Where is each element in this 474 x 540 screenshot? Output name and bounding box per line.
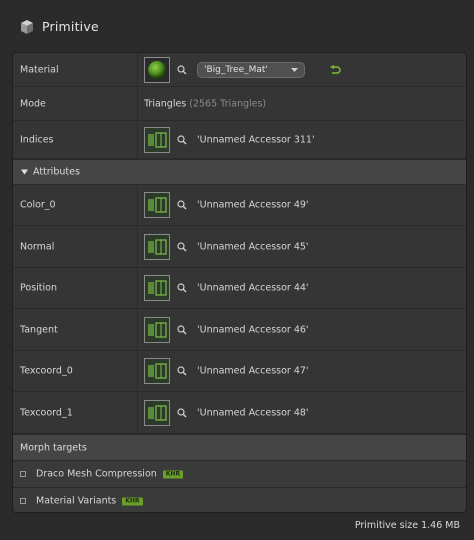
attribute-value: 'Unnamed Accessor 47' <box>197 365 309 377</box>
attribute-label: Tangent <box>20 324 58 335</box>
attribute-label: Texcoord_1 <box>20 407 73 418</box>
attribute-value: 'Unnamed Accessor 48' <box>197 407 309 418</box>
morph-targets-label: Morph targets <box>20 442 87 453</box>
cube-icon <box>21 20 33 34</box>
extension-row[interactable]: Material Variants KHR <box>13 488 466 512</box>
attribute-value: 'Unnamed Accessor 49' <box>197 199 309 211</box>
material-select[interactable]: 'Big_Tree_Mat' <box>197 61 305 78</box>
search-icon[interactable] <box>177 200 187 210</box>
attribute-value: 'Unnamed Accessor 44' <box>197 282 309 294</box>
accessor-thumbnail[interactable] <box>144 233 170 260</box>
attribute-label: Color_0 <box>20 199 56 211</box>
accessor-thumbnail[interactable] <box>144 275 170 301</box>
khr-badge: KHR <box>162 470 184 479</box>
mode-label: Mode <box>20 98 46 109</box>
attribute-row: Texcoord_1 'Unnamed Accessor 48' <box>13 392 466 434</box>
attributes-section-header[interactable]: Attributes <box>13 159 466 185</box>
morph-targets-section-header[interactable]: Morph targets <box>13 434 466 461</box>
accessor-icon <box>148 197 167 213</box>
accessor-thumbnail[interactable] <box>144 126 170 153</box>
accessor-thumbnail[interactable] <box>144 192 170 218</box>
material-label: Material <box>20 64 59 75</box>
attribute-label: Normal <box>20 241 55 252</box>
accessor-thumbnail[interactable] <box>144 316 170 343</box>
primitive-panel: Material 'Big_Tree_Mat' Mode Triangles (… <box>12 52 467 513</box>
primitive-size: Primitive size 1.46 MB <box>354 520 460 531</box>
attribute-value: 'Unnamed Accessor 46' <box>197 324 309 335</box>
search-icon[interactable] <box>177 366 187 376</box>
material-thumbnail[interactable] <box>144 56 170 83</box>
search-icon[interactable] <box>177 407 187 418</box>
attribute-value: 'Unnamed Accessor 45' <box>197 241 309 252</box>
accessor-icon <box>148 131 167 148</box>
accessor-icon <box>148 238 167 255</box>
chevron-down-icon <box>291 67 298 72</box>
triangle-down-icon <box>21 169 28 175</box>
attribute-row: Tangent 'Unnamed Accessor 46' <box>13 309 466 351</box>
undo-icon[interactable] <box>329 64 341 75</box>
accessor-thumbnail[interactable] <box>144 399 170 426</box>
extension-label: Draco Mesh Compression KHR <box>36 469 184 480</box>
accessor-icon <box>148 363 167 379</box>
header: Primitive <box>0 0 474 52</box>
attribute-label: Texcoord_0 <box>20 365 73 377</box>
material-row: Material 'Big_Tree_Mat' <box>13 53 466 87</box>
attribute-label: Position <box>20 282 57 294</box>
sphere-icon <box>148 60 166 79</box>
attribute-row: Position 'Unnamed Accessor 44' <box>13 268 466 309</box>
attribute-row: Normal 'Unnamed Accessor 45' <box>13 226 466 268</box>
khr-badge: KHR <box>122 497 143 505</box>
search-icon[interactable] <box>177 241 187 252</box>
search-icon[interactable] <box>177 283 187 293</box>
attribute-row: Color_0 'Unnamed Accessor 49' <box>13 185 466 226</box>
material-variants-checkbox[interactable] <box>20 497 26 504</box>
indices-row: Indices 'Unnamed Accessor 311' <box>13 121 466 159</box>
mode-value: Triangles (2565 Triangles) <box>144 98 267 109</box>
mode-row: Mode Triangles (2565 Triangles) <box>13 87 466 121</box>
material-select-value: 'Big_Tree_Mat' <box>204 64 268 75</box>
extension-label: Material Variants KHR <box>36 495 143 506</box>
search-icon[interactable] <box>177 134 187 145</box>
accessor-icon <box>148 321 167 338</box>
attribute-row: Texcoord_0 'Unnamed Accessor 47' <box>13 351 466 392</box>
indices-label: Indices <box>20 134 54 145</box>
search-icon[interactable] <box>177 324 187 335</box>
accessor-icon <box>148 404 167 421</box>
page-title: Primitive <box>42 19 99 34</box>
extension-row[interactable]: Draco Mesh Compression KHR <box>13 461 466 488</box>
accessor-thumbnail[interactable] <box>144 358 170 384</box>
indices-value: 'Unnamed Accessor 311' <box>197 134 315 145</box>
attributes-section-label: Attributes <box>33 166 80 178</box>
accessor-icon <box>148 280 167 296</box>
draco-checkbox[interactable] <box>20 471 26 477</box>
search-icon[interactable] <box>177 64 187 75</box>
